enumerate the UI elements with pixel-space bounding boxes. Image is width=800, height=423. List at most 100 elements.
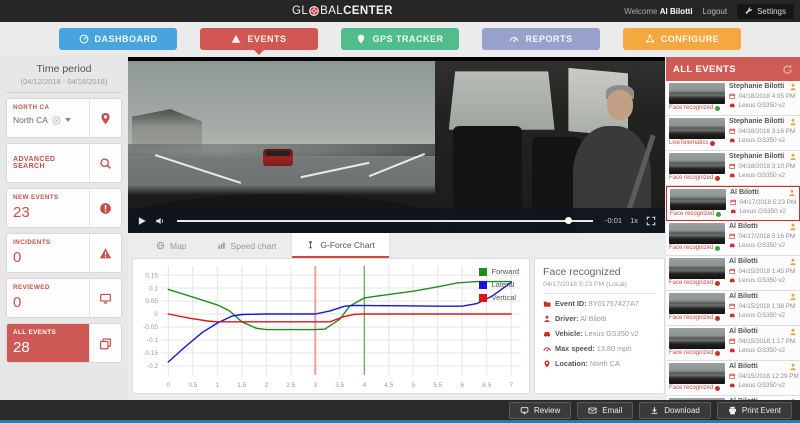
- tab-map[interactable]: Map: [142, 233, 201, 258]
- event-details-datetime: 04/17/2018 5:23 PM (Local): [543, 281, 656, 294]
- chevron-down-icon[interactable]: [65, 118, 71, 125]
- tab-speed-chart[interactable]: Speed chart: [203, 233, 291, 258]
- event-list-item[interactable]: Face recognized Al Bilotti 04/15/2018 1:…: [666, 256, 800, 291]
- all-events-panel: ALL EVENTS Face recognized Stephanie Bil…: [666, 57, 800, 400]
- play-button[interactable]: [137, 216, 147, 226]
- event-vehicle-row: Lexus GS350 v2: [729, 382, 797, 389]
- video-player[interactable]: -0:01 1x: [128, 57, 665, 233]
- car-icon: [729, 347, 736, 354]
- event-list-item[interactable]: LiveTelematics Stephanie Bilotti 04/18/2…: [666, 116, 800, 151]
- nav-dashboard[interactable]: DASHBOARD: [59, 28, 177, 50]
- event-thumbnail[interactable]: [670, 189, 726, 210]
- event-date-row: 04/18/2018 3:10 PM: [729, 163, 797, 170]
- event-list-item[interactable]: Face recognized Al Bilotti 04/15/2018 12…: [666, 361, 800, 396]
- wrench-icon: [745, 7, 753, 15]
- speedometer-icon: [543, 345, 551, 353]
- event-thumbnail[interactable]: [669, 118, 725, 139]
- top-bar: GLBALCENTER Welcome Al Bilotti Logout Se…: [0, 0, 800, 22]
- counter-incidents[interactable]: INCIDENTS 0: [6, 233, 122, 273]
- video-progress-bar[interactable]: [177, 220, 593, 222]
- driver-avatar-icon: [789, 153, 797, 161]
- event-driver-name: Al Bilotti: [730, 189, 759, 196]
- svg-text:1.5: 1.5: [237, 382, 246, 389]
- event-list-item[interactable]: Face recognized Al Bilotti 04/17/2018 5:…: [666, 186, 800, 221]
- event-thumbnail[interactable]: [669, 83, 725, 104]
- svg-text:5: 5: [411, 382, 415, 389]
- counter-value: 28: [13, 339, 83, 356]
- tab-gforce-chart[interactable]: G-Force Chart: [292, 233, 388, 258]
- status-dot: [715, 176, 720, 181]
- calendar-icon: [729, 233, 736, 240]
- logout-link[interactable]: Logout: [703, 7, 727, 16]
- driver-avatar-icon: [789, 328, 797, 336]
- calendar-icon: [729, 128, 736, 135]
- event-thumbnail[interactable]: [669, 363, 725, 384]
- counter-all-events[interactable]: ALL EVENTS 28: [6, 323, 122, 363]
- email-button[interactable]: Email: [577, 402, 633, 419]
- svg-text:-0.05: -0.05: [143, 324, 158, 331]
- settings-button[interactable]: Settings: [737, 4, 794, 19]
- clear-region-icon[interactable]: [52, 116, 61, 125]
- event-date-row: 04/18/2018 3:16 PM: [729, 128, 797, 135]
- event-thumbnail[interactable]: [669, 258, 725, 279]
- event-list-item[interactable]: Face recognized Al Bilotti 04/15/2018 1:…: [666, 291, 800, 326]
- svg-text:2.5: 2.5: [286, 382, 295, 389]
- nav-events[interactable]: EVENTS: [200, 28, 318, 50]
- counter-new-events[interactable]: NEW EVENTS 23: [6, 188, 122, 228]
- event-vehicle-row: Lexus GS350 v2: [729, 347, 797, 354]
- download-button[interactable]: Download: [639, 402, 711, 419]
- chart-tabs: Map Speed chart G-Force Chart: [128, 233, 665, 258]
- nav-gps-tracker[interactable]: GPS TRACKER: [341, 28, 459, 50]
- user-name: Al Bilotti: [660, 7, 693, 16]
- driver-avatar-icon: [788, 189, 796, 197]
- event-tag: Face recognized: [669, 315, 725, 321]
- advanced-search-card[interactable]: ADVANCED SEARCH: [6, 143, 122, 183]
- playback-rate-button[interactable]: 1x: [630, 216, 638, 225]
- fullscreen-icon[interactable]: [646, 216, 656, 226]
- event-thumbnail[interactable]: [669, 153, 725, 174]
- review-button[interactable]: Review: [509, 402, 571, 419]
- logo-text-left: GL: [292, 5, 308, 17]
- event-list-item[interactable]: Face recognized Al Bilotti 04/15/2018 1:…: [666, 326, 800, 361]
- svg-text:3.5: 3.5: [335, 382, 344, 389]
- warning-triangle-icon: [99, 247, 112, 260]
- svg-text:6.5: 6.5: [482, 382, 491, 389]
- event-driver-name: Stephanie Bilotti: [729, 153, 784, 160]
- advanced-search-label: ADVANCED SEARCH: [13, 156, 83, 170]
- svg-text:7: 7: [509, 382, 513, 389]
- event-details-title: Face recognized: [543, 266, 656, 278]
- counter-value: 23: [13, 204, 83, 221]
- event-list-item[interactable]: Face recognized Stephanie Bilotti 04/18/…: [666, 151, 800, 186]
- events-panel-header: ALL EVENTS: [666, 57, 800, 81]
- svg-text:1: 1: [216, 382, 220, 389]
- location-row: Location: North CA: [543, 359, 656, 368]
- search-button[interactable]: [89, 144, 121, 182]
- nav-configure[interactable]: CONFIGURE: [623, 28, 741, 50]
- svg-text:5.5: 5.5: [433, 382, 442, 389]
- event-thumbnail[interactable]: [669, 293, 725, 314]
- counter-reviewed[interactable]: REVIEWED 0: [6, 278, 122, 318]
- svg-text:6: 6: [460, 382, 464, 389]
- progress-handle[interactable]: [565, 217, 572, 224]
- counter-label: ALL EVENTS: [13, 329, 83, 336]
- event-date-row: 04/15/2018 1:17 PM: [729, 338, 797, 345]
- event-thumbnail[interactable]: [669, 223, 725, 244]
- refresh-icon[interactable]: [782, 64, 793, 75]
- region-label: NORTH CA: [13, 104, 83, 111]
- volume-icon[interactable]: [155, 216, 165, 226]
- car-icon: [729, 312, 736, 319]
- event-tag: Face recognized: [669, 280, 725, 286]
- region-select[interactable]: North CA: [13, 115, 83, 125]
- driver-face: [607, 90, 633, 120]
- event-driver-name: Al Bilotti: [729, 328, 758, 335]
- nav-reports[interactable]: REPORTS: [482, 28, 600, 50]
- print-event-button[interactable]: Print Event: [717, 402, 792, 419]
- svg-text:2: 2: [264, 382, 268, 389]
- event-list-item[interactable]: Face recognized Al Bilotti 04/17/2018 5:…: [666, 221, 800, 256]
- event-list-item[interactable]: Face recognized Stephanie Bilotti 04/18/…: [666, 81, 800, 116]
- event-vehicle-row: Lexus GS350 v2: [729, 137, 797, 144]
- region-pin-button[interactable]: [89, 99, 121, 137]
- car-icon: [730, 208, 737, 215]
- red-car: [263, 149, 293, 166]
- event-thumbnail[interactable]: [669, 328, 725, 349]
